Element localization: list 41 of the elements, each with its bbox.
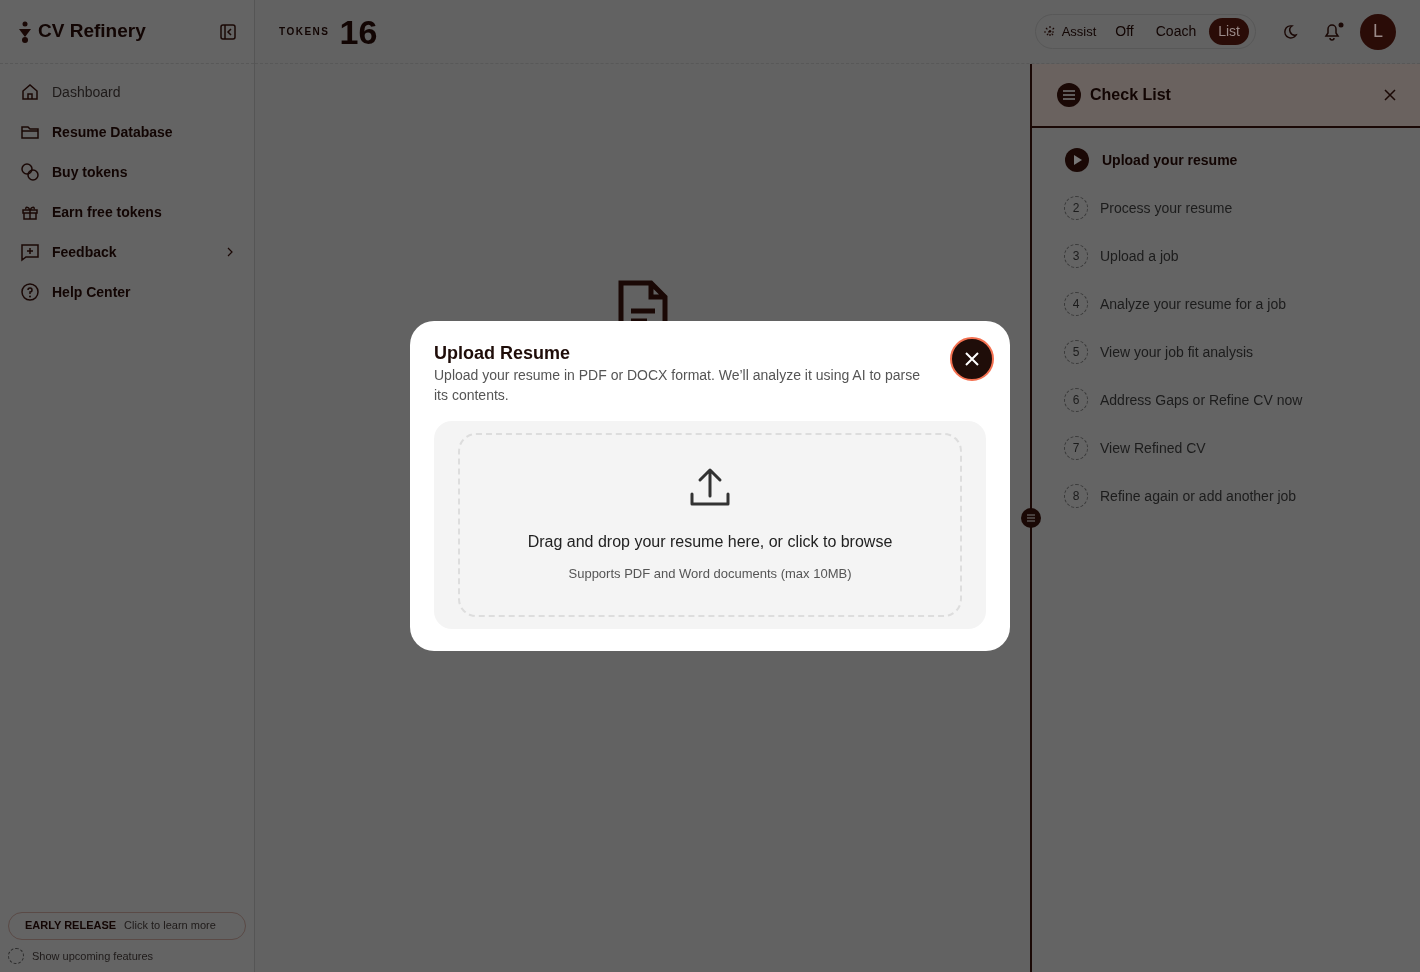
checklist-step[interactable]: View your job fit analysis <box>1100 341 1254 363</box>
toggle-label: Show upcoming features <box>32 948 154 964</box>
assist-mode-option[interactable]: List <box>1209 18 1249 45</box>
checklist-step[interactable]: Analyze your resume for a job <box>1100 293 1286 315</box>
drop-zone-title: Drag and drop your resume here, or click to browse <box>527 531 893 552</box>
checklist-step[interactable]: Upload your resume <box>1102 149 1238 171</box>
drop-zone-hint: Supports PDF and Word documents (max 10MB) <box>568 564 852 583</box>
checklist-step[interactable]: Address Gaps or Refine CV now <box>1100 389 1303 411</box>
assist-label: Assist <box>1061 22 1097 41</box>
sidebar-item[interactable]: Buy tokens <box>0 152 254 192</box>
sidebar-item[interactable]: Feedback <box>0 232 254 272</box>
sidebar-toggle-icon[interactable] <box>220 23 236 40</box>
logo-icon <box>18 19 32 44</box>
home-icon <box>20 82 40 102</box>
message-plus-icon <box>20 242 40 262</box>
app-name: CV Refinery <box>38 19 146 44</box>
avatar[interactable]: L <box>1360 13 1396 50</box>
drop-zone[interactable]: Drag and drop your resume here, or click to browse Supports PDF and Word documents (max 10MB) <box>458 432 962 617</box>
token-count: 16 <box>339 14 378 49</box>
close-icon[interactable] <box>1384 89 1396 101</box>
close-icon <box>964 351 980 367</box>
tokens-label: TOKENS <box>279 25 330 39</box>
close-button[interactable] <box>950 337 994 381</box>
coins-icon <box>20 162 40 182</box>
assist-mode-option[interactable]: Off <box>1106 18 1143 45</box>
dialog-title: Upload Resume <box>434 343 572 365</box>
bell-icon[interactable] <box>1322 21 1344 42</box>
help-icon <box>20 282 40 302</box>
checklist-title: Check List <box>1090 85 1171 105</box>
sidebar-item[interactable]: Help Center <box>0 272 254 312</box>
sidebar-item[interactable]: Resume Database <box>0 112 254 152</box>
sidebar-item[interactable]: Dashboard <box>0 72 254 112</box>
checklist-step[interactable]: Upload a job <box>1100 245 1179 267</box>
checklist-step[interactable]: View Refined CV <box>1100 437 1206 459</box>
drag-handle-icon[interactable] <box>1020 507 1042 529</box>
checklist-step[interactable]: Process your resume <box>1100 197 1233 219</box>
assist-mode-option[interactable]: Coach <box>1146 18 1206 45</box>
checklist-step[interactable]: Refine again or add another job <box>1100 485 1297 507</box>
dialog-description: Upload your resume in PDF or DOCX format. We’ll analyze it using AI to parse its contents. <box>434 365 922 405</box>
sidebar-item[interactable]: Earn free tokens <box>0 192 254 232</box>
checklist-icon <box>1056 82 1082 108</box>
